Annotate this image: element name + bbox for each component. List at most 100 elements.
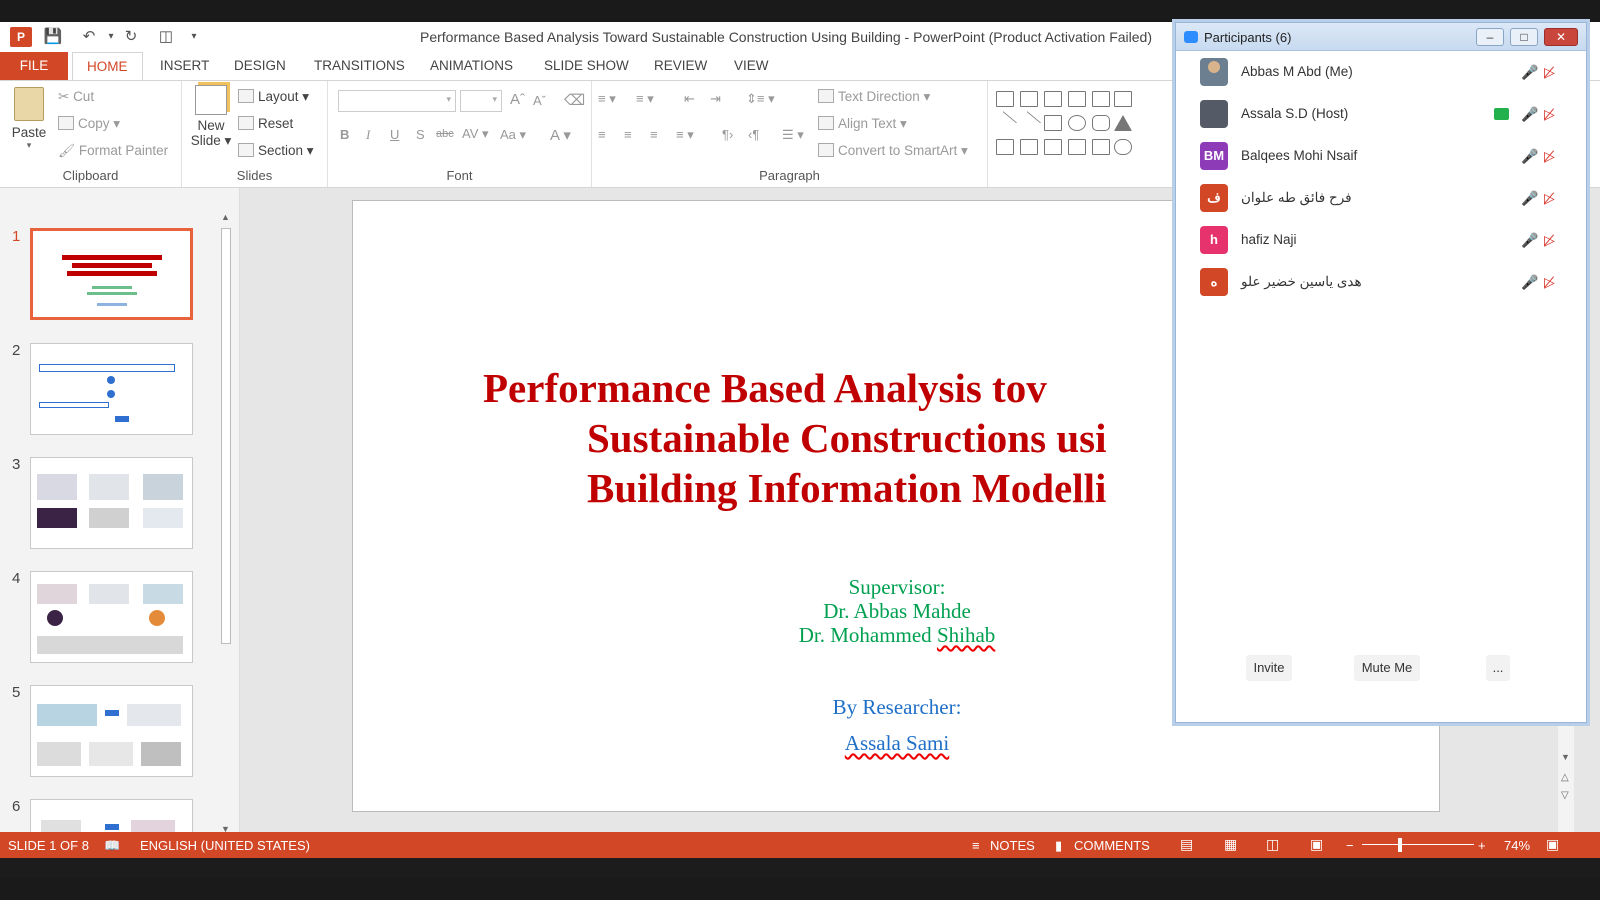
- comments-icon[interactable]: ▮: [1055, 838, 1062, 854]
- change-case-icon[interactable]: Aa ▾: [500, 127, 526, 143]
- elbow-arrow-shape-icon[interactable]: [1020, 139, 1038, 155]
- new-slide-button[interactable]: New Slide ▾: [190, 85, 232, 149]
- increase-indent-icon[interactable]: ⇥: [710, 91, 721, 107]
- tab-file[interactable]: FILE: [0, 52, 68, 80]
- slide-thumbnail-3[interactable]: [30, 457, 193, 549]
- reading-view-icon[interactable]: ◫: [1266, 836, 1279, 853]
- participant-row[interactable]: BM Balqees Mohi Nsaif 🎤 ▷̸: [1176, 136, 1586, 178]
- video-off-icon[interactable]: ▷̸: [1544, 106, 1555, 123]
- undo-icon[interactable]: ↶: [78, 27, 100, 47]
- notes-button[interactable]: NOTES: [990, 838, 1035, 853]
- microphone-icon[interactable]: 🎤: [1521, 64, 1538, 81]
- shadow-icon[interactable]: S: [416, 127, 425, 142]
- curved-arrow-shape-icon[interactable]: [1068, 91, 1086, 107]
- participant-row[interactable]: h hafiz Naji 🎤 ▷̸: [1176, 220, 1586, 262]
- shrink-font-icon[interactable]: Aˇ: [533, 93, 546, 108]
- microphone-icon[interactable]: 🎤: [1521, 232, 1538, 249]
- italic-icon[interactable]: I: [366, 127, 370, 143]
- thumbnail-scrollbar[interactable]: ▲ ▼: [218, 210, 234, 838]
- cut-button[interactable]: ✂ Cut: [58, 89, 94, 105]
- grow-font-icon[interactable]: Aˆ: [510, 91, 525, 108]
- clear-formatting-icon[interactable]: ⌫: [564, 91, 585, 109]
- bent-arrow-shape-icon[interactable]: [1044, 91, 1062, 107]
- next-slide-icon[interactable]: ▽: [1561, 790, 1569, 801]
- tab-transitions[interactable]: TRANSITIONS: [300, 52, 419, 80]
- scroll-up-icon[interactable]: ▲: [221, 212, 230, 222]
- columns-icon[interactable]: ☰ ▾: [782, 127, 804, 143]
- microphone-icon[interactable]: 🎤: [1521, 274, 1538, 291]
- tab-animations[interactable]: ANIMATIONS: [416, 52, 527, 80]
- tab-review[interactable]: REVIEW: [640, 52, 721, 80]
- fit-to-window-icon[interactable]: ▣: [1546, 836, 1559, 853]
- slide-thumbnail-2[interactable]: [30, 343, 193, 435]
- video-off-icon[interactable]: ▷̸: [1544, 274, 1555, 291]
- save-icon[interactable]: 💾: [42, 27, 64, 47]
- justify-icon[interactable]: ≡ ▾: [676, 127, 694, 143]
- format-painter-button[interactable]: 🖌 Format Painter: [58, 143, 168, 159]
- align-text-button[interactable]: Align Text ▾: [818, 116, 907, 132]
- video-off-icon[interactable]: ▷̸: [1544, 232, 1555, 249]
- copy-button[interactable]: Copy ▾: [58, 116, 120, 132]
- tab-design[interactable]: DESIGN: [220, 52, 300, 80]
- microphone-icon[interactable]: 🎤: [1521, 148, 1538, 165]
- customize-toolbar-icon[interactable]: ▾: [183, 27, 205, 47]
- oval-shape-icon[interactable]: [1068, 115, 1086, 131]
- bold-icon[interactable]: B: [340, 127, 349, 142]
- down-arrow-shape-icon[interactable]: [1068, 139, 1086, 155]
- textbox-shape-icon[interactable]: [1114, 91, 1132, 107]
- slide-sorter-icon[interactable]: ▦: [1224, 836, 1237, 853]
- character-spacing-icon[interactable]: AV ▾: [462, 126, 489, 142]
- redo-icon[interactable]: ↻: [120, 27, 142, 47]
- align-right-icon[interactable]: ≡: [650, 127, 658, 142]
- underline-icon[interactable]: U: [390, 127, 399, 142]
- arrow-line-shape-icon[interactable]: [1016, 111, 1042, 135]
- slide-thumbnail-4[interactable]: [30, 571, 193, 663]
- scroll-thumb[interactable]: [221, 228, 231, 644]
- zoom-in-icon[interactable]: +: [1478, 838, 1486, 853]
- ltr-icon[interactable]: ¶›: [722, 127, 733, 142]
- participant-row[interactable]: Assala S.D (Host) 🎤 ▷̸: [1176, 94, 1586, 136]
- font-size-combo[interactable]: ▾: [460, 90, 502, 112]
- mute-me-button[interactable]: Mute Me: [1354, 655, 1420, 681]
- rounded-rectangle-shape-icon[interactable]: [1092, 115, 1110, 131]
- language-indicator[interactable]: ENGLISH (UNITED STATES): [140, 838, 310, 853]
- section-button[interactable]: Section ▾: [238, 143, 314, 159]
- line-spacing-icon[interactable]: ⇕≡ ▾: [746, 91, 775, 107]
- tab-slide-show[interactable]: SLIDE SHOW: [530, 52, 643, 80]
- shapes-gallery[interactable]: [992, 87, 1142, 157]
- cross-shape-icon[interactable]: [1020, 91, 1038, 107]
- elbow-connector-shape-icon[interactable]: [996, 139, 1014, 155]
- slide-show-icon[interactable]: ▣: [1310, 836, 1323, 853]
- video-off-icon[interactable]: ▷̸: [1544, 190, 1555, 207]
- video-off-icon[interactable]: ▷̸: [1544, 64, 1555, 81]
- right-arrow-shape-icon[interactable]: [1044, 139, 1062, 155]
- line-shape-icon[interactable]: [992, 111, 1018, 135]
- comments-button[interactable]: COMMENTS: [1074, 838, 1150, 853]
- rtl-icon[interactable]: ‹¶: [748, 127, 759, 142]
- microphone-icon[interactable]: 🎤: [1521, 106, 1538, 123]
- previous-slide-icon[interactable]: △: [1561, 772, 1569, 783]
- participant-row[interactable]: Abbas M Abd (Me) 🎤 ▷̸: [1176, 52, 1586, 94]
- video-off-icon[interactable]: ▷̸: [1544, 148, 1555, 165]
- slide-thumbnail-1[interactable]: [30, 228, 193, 320]
- zoom-out-icon[interactable]: −: [1346, 838, 1354, 853]
- decrease-indent-icon[interactable]: ⇤: [684, 91, 695, 107]
- align-center-icon[interactable]: ≡: [624, 127, 632, 142]
- reset-button[interactable]: Reset: [238, 116, 293, 131]
- maximize-button[interactable]: □: [1510, 28, 1538, 46]
- bullets-icon[interactable]: ≡ ▾: [598, 91, 616, 107]
- undo-dropdown-icon[interactable]: ▾: [100, 27, 122, 47]
- tab-home[interactable]: HOME: [72, 52, 143, 80]
- normal-view-icon[interactable]: ▤: [1180, 836, 1193, 853]
- invite-button[interactable]: Invite: [1246, 655, 1292, 681]
- strikethrough-icon[interactable]: abc: [436, 128, 454, 140]
- numbering-icon[interactable]: ≡ ▾: [636, 91, 654, 107]
- notes-icon[interactable]: ≡: [972, 838, 980, 853]
- participant-row[interactable]: ف فرح فائق طه علوان 🎤 ▷̸: [1176, 178, 1586, 220]
- spell-check-icon[interactable]: 📖: [104, 838, 120, 854]
- minimize-button[interactable]: –: [1476, 28, 1504, 46]
- slide-thumbnail-5[interactable]: [30, 685, 193, 777]
- text-direction-button[interactable]: Text Direction ▾: [818, 89, 930, 105]
- paste-button[interactable]: Paste ▾: [8, 87, 50, 151]
- presentation-icon[interactable]: ◫: [155, 27, 177, 47]
